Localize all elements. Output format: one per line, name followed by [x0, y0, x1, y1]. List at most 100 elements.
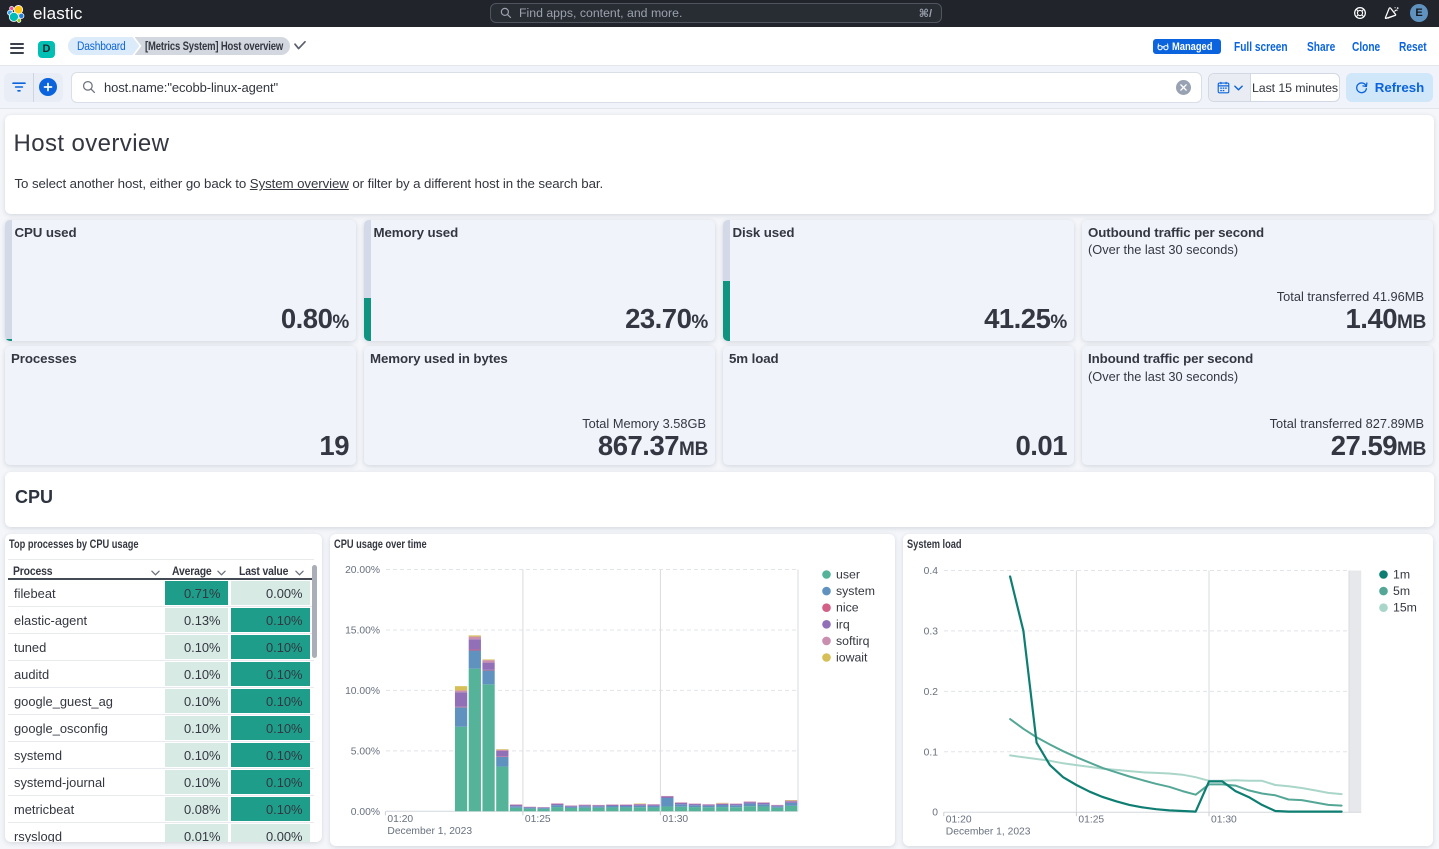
process-name: filebeat: [14, 580, 56, 606]
process-name: google_osconfig: [14, 715, 108, 741]
breadcrumb-current-page[interactable]: [Metrics System] Host overview: [135, 37, 291, 55]
svg-text:0.00%: 0.00%: [351, 806, 380, 817]
clear-query-button[interactable]: [1176, 80, 1191, 95]
legend-item[interactable]: iowait: [836, 650, 868, 664]
metric-title: Memory used: [374, 225, 459, 240]
glasses-icon: [1157, 42, 1169, 51]
metric-progress-track: [5, 220, 12, 341]
user-avatar[interactable]: E: [1410, 4, 1428, 22]
top-processes-panel: Top processes by CPU usage ProcessAverag…: [5, 534, 322, 843]
metric-progress-fill: [364, 298, 371, 341]
legend-item[interactable]: 15m: [1393, 600, 1417, 614]
cpu-usage-chart-title: CPU usage over time: [334, 537, 427, 551]
metric-panel-disk-used[interactable]: Disk used41.25%: [723, 220, 1074, 341]
table-row[interactable]: google_osconfig0.10%0.10%: [8, 715, 314, 742]
metric-value: 867.37MB: [598, 430, 708, 462]
reset-button[interactable]: Reset: [1399, 40, 1427, 54]
legend-item[interactable]: nice: [836, 600, 859, 614]
legend-item[interactable]: softirq: [836, 633, 870, 647]
chevron-down-icon: [1234, 85, 1243, 91]
last-value-cell: 0.10%: [231, 716, 310, 740]
table-row[interactable]: elastic-agent0.13%0.10%: [8, 607, 314, 634]
metric-panel-inbound-traffic-per-second[interactable]: Inbound traffic per second(Over the last…: [1082, 346, 1433, 465]
legend-item[interactable]: irq: [836, 617, 850, 631]
system-overview-link[interactable]: System overview: [250, 176, 349, 191]
last-value-cell: 0.10%: [231, 770, 310, 794]
breadcrumb-dashboard[interactable]: Dashboard: [68, 37, 140, 55]
table-row[interactable]: google_guest_ag0.10%0.10%: [8, 688, 314, 715]
add-filter-button[interactable]: [33, 73, 62, 103]
legend-item[interactable]: 1m: [1393, 567, 1410, 581]
newsfeed-icon: [1384, 6, 1399, 21]
process-name: auditd: [14, 661, 49, 687]
table-row[interactable]: tuned0.10%0.10%: [8, 634, 314, 661]
metric-panel-memory-used-in-bytes[interactable]: Memory used in bytesTotal Memory 3.58GB8…: [364, 346, 715, 465]
share-button[interactable]: Share: [1307, 40, 1335, 54]
newsfeed-button[interactable]: [1381, 3, 1401, 23]
table-row[interactable]: auditd0.10%0.10%: [8, 661, 314, 688]
last-value-cell: 0.10%: [231, 743, 310, 767]
svg-text:0.3: 0.3: [924, 626, 939, 637]
system-load-chart-panel: System load 00.10.20.30.401:2001:2501:30…: [903, 534, 1433, 846]
process-name: metricbeat: [14, 796, 74, 822]
metric-panel-cpu-used[interactable]: CPU used 0.80%: [5, 220, 356, 341]
calendar-icon: [1217, 81, 1230, 94]
metric-panel-outbound-traffic-per-second[interactable]: Outbound traffic per second (Over the las…: [1082, 220, 1433, 341]
clear-icon: [1180, 84, 1187, 91]
menu-button[interactable]: [10, 43, 24, 54]
average-cell: 0.13%: [165, 608, 228, 632]
metric-value: 19: [319, 430, 349, 462]
date-picker-menu-button[interactable]: [1209, 74, 1251, 101]
managed-badge-label: Managed: [1172, 41, 1212, 53]
last-value-cell: 0.10%: [231, 635, 310, 659]
metric-panel-5m-load[interactable]: 5m load0.01: [723, 346, 1074, 465]
query-input[interactable]: host.name:"ecobb-linux-agent": [71, 72, 1202, 103]
metric-title: CPU used: [15, 225, 77, 240]
svg-text:01:30: 01:30: [1211, 814, 1237, 825]
elastic-logo[interactable]: elastic: [7, 2, 83, 25]
full-screen-button[interactable]: Full screen: [1234, 40, 1288, 54]
table-scrollbar[interactable]: [312, 565, 318, 658]
table-row[interactable]: metricbeat0.08%0.10%: [8, 796, 314, 823]
refresh-icon: [1355, 81, 1368, 94]
average-cell: 0.71%: [165, 581, 228, 605]
column-header-process[interactable]: Process: [13, 562, 60, 580]
legend-item[interactable]: system: [836, 584, 875, 598]
global-search-input[interactable]: Find apps, content, and more. ⌘/: [490, 3, 942, 23]
date-picker: Last 15 minutes: [1208, 73, 1340, 102]
metric-title: Disk used: [733, 225, 795, 240]
metric-title: Processes: [11, 351, 77, 366]
help-button[interactable]: [1350, 3, 1370, 23]
metric-value: 0.80%: [281, 303, 349, 335]
intro-panel: Host overview To select another host, ei…: [5, 115, 1434, 214]
table-row[interactable]: filebeat0.71%0.00%: [8, 580, 314, 607]
metric-panel-memory-used[interactable]: Memory used23.70%: [364, 220, 715, 341]
time-range-value[interactable]: Last 15 minutes: [1251, 74, 1339, 101]
query-bar: host.name:"ecobb-linux-agent" Last 15 mi…: [0, 66, 1439, 109]
legend-item[interactable]: 5m: [1393, 584, 1410, 598]
table-row[interactable]: systemd0.10%0.10%: [8, 742, 314, 769]
metric-title: 5m load: [729, 351, 779, 366]
filter-options-button[interactable]: [4, 73, 33, 103]
dashboard-app-badge[interactable]: D: [38, 41, 55, 58]
column-header-average[interactable]: Average: [172, 562, 219, 580]
refresh-button[interactable]: Refresh: [1346, 73, 1433, 102]
table-row[interactable]: systemd-journal0.10%0.10%: [8, 769, 314, 796]
metric-subtitle: (Over the last 30 seconds): [1088, 242, 1238, 257]
column-header-last-value[interactable]: Last value: [239, 562, 298, 580]
cpu-usage-chart-panel: CPU usage over time 0.00%5.00%10.00%15.0…: [330, 534, 895, 846]
clone-button[interactable]: Clone: [1352, 40, 1380, 54]
breadcrumb-caret-icon[interactable]: [293, 40, 307, 52]
cpu-section-title: CPU: [15, 487, 53, 508]
svg-text:0: 0: [932, 807, 938, 818]
last-value-cell: 0.10%: [231, 662, 310, 686]
table-row[interactable]: rsyslogd0.01%0.00%: [8, 823, 314, 842]
legend-item[interactable]: user: [836, 567, 860, 581]
metric-title: Outbound traffic per second: [1088, 225, 1264, 240]
metric-progress-track: [723, 220, 730, 341]
metric-panel-processes[interactable]: Processes 19: [5, 346, 356, 465]
top-processes-table: ProcessAverageLast valuefilebeat0.71%0.0…: [8, 559, 314, 842]
last-value-cell: 0.10%: [231, 797, 310, 821]
managed-badge[interactable]: Managed: [1153, 39, 1222, 54]
metric-value: 27.59MB: [1331, 430, 1426, 462]
